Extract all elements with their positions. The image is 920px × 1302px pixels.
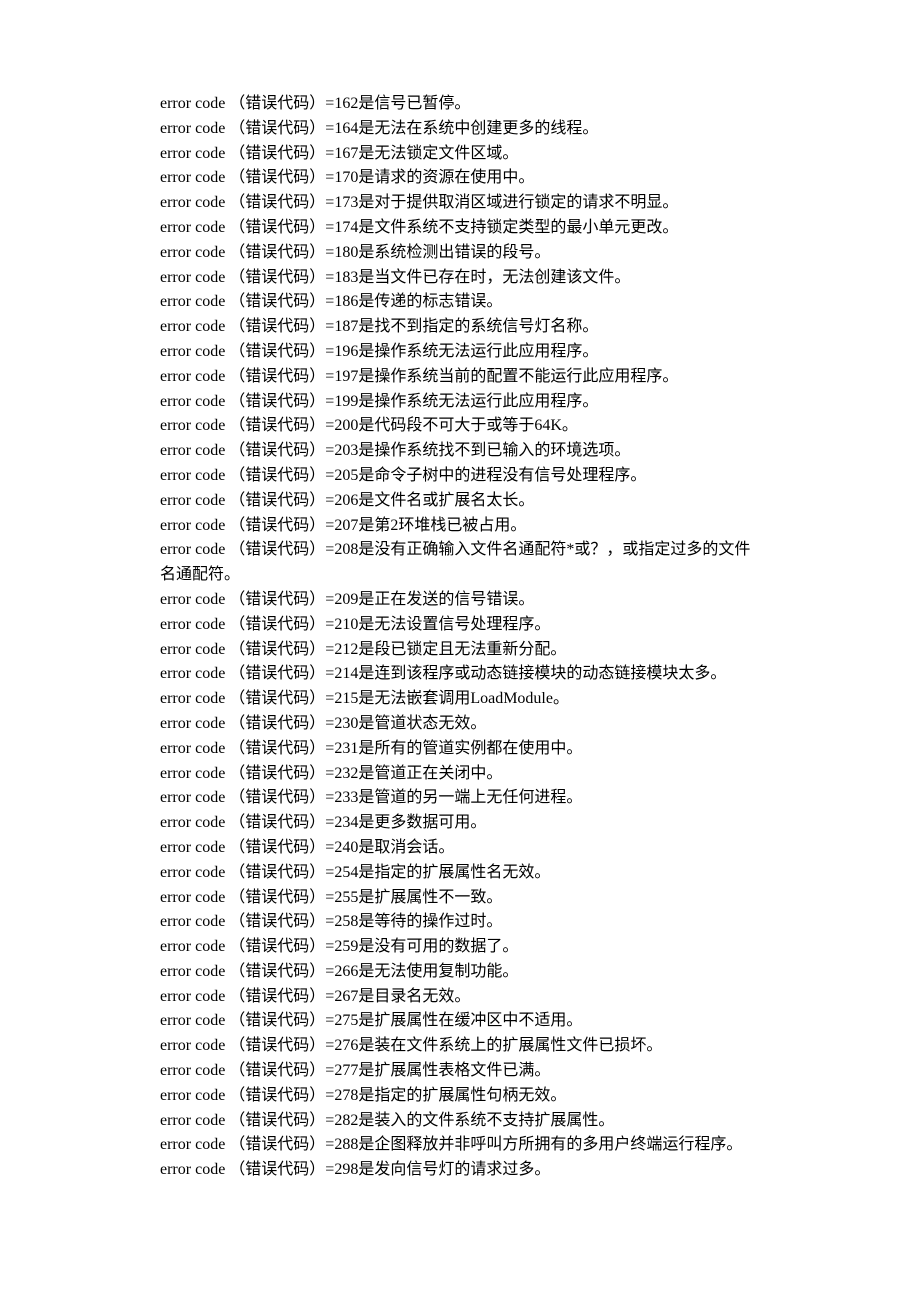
error-code-line: error code （错误代码）=167是无法锁定文件区域。 [160, 142, 760, 167]
error-code-line: error code （错误代码）=254是指定的扩展属性名无效。 [160, 861, 760, 886]
error-code-line: error code （错误代码）=214是连到该程序或动态链接模块的动态链接模… [160, 662, 760, 687]
error-code-line: error code （错误代码）=278是指定的扩展属性句柄无效。 [160, 1084, 760, 1109]
error-code-line: error code （错误代码）=187是找不到指定的系统信号灯名称。 [160, 315, 760, 340]
error-code-line: error code （错误代码）=258是等待的操作过时。 [160, 910, 760, 935]
error-code-line: error code （错误代码）=266是无法使用复制功能。 [160, 960, 760, 985]
error-code-line: error code （错误代码）=231是所有的管道实例都在使用中。 [160, 737, 760, 762]
error-code-line: error code （错误代码）=267是目录名无效。 [160, 985, 760, 1010]
error-code-line: error code （错误代码）=212是段已锁定且无法重新分配。 [160, 638, 760, 663]
error-code-line: error code （错误代码）=174是文件系统不支持锁定类型的最小单元更改… [160, 216, 760, 241]
error-code-line: error code （错误代码）=200是代码段不可大于或等于64K。 [160, 414, 760, 439]
error-code-line: error code （错误代码）=233是管道的另一端上无任何进程。 [160, 786, 760, 811]
error-code-line: error code （错误代码）=180是系统检测出错误的段号。 [160, 241, 760, 266]
error-code-line: error code （错误代码）=197是操作系统当前的配置不能运行此应用程序… [160, 365, 760, 390]
error-code-line: error code （错误代码）=173是对于提供取消区域进行锁定的请求不明显… [160, 191, 760, 216]
error-code-line: error code （错误代码）=215是无法嵌套调用LoadModule。 [160, 687, 760, 712]
error-code-line: error code （错误代码）=203是操作系统找不到已输入的环境选项。 [160, 439, 760, 464]
error-code-line: error code （错误代码）=208是没有正确输入文件名通配符*或？，或指… [160, 538, 760, 588]
error-code-line: error code （错误代码）=162是信号已暂停。 [160, 92, 760, 117]
error-code-line: error code （错误代码）=196是操作系统无法运行此应用程序。 [160, 340, 760, 365]
error-code-line: error code （错误代码）=206是文件名或扩展名太长。 [160, 489, 760, 514]
error-code-line: error code （错误代码）=186是传递的标志错误。 [160, 290, 760, 315]
error-code-line: error code （错误代码）=234是更多数据可用。 [160, 811, 760, 836]
error-code-line: error code （错误代码）=199是操作系统无法运行此应用程序。 [160, 390, 760, 415]
error-code-line: error code （错误代码）=170是请求的资源在使用中。 [160, 166, 760, 191]
error-code-line: error code （错误代码）=255是扩展属性不一致。 [160, 886, 760, 911]
error-code-line: error code （错误代码）=275是扩展属性在缓冲区中不适用。 [160, 1009, 760, 1034]
document-page: error code （错误代码）=162是信号已暂停。error code （… [0, 0, 920, 1243]
error-code-line: error code （错误代码）=207是第2环堆栈已被占用。 [160, 514, 760, 539]
error-code-line: error code （错误代码）=209是正在发送的信号错误。 [160, 588, 760, 613]
error-code-line: error code （错误代码）=282是装入的文件系统不支持扩展属性。 [160, 1109, 760, 1134]
error-code-line: error code （错误代码）=298是发向信号灯的请求过多。 [160, 1158, 760, 1183]
error-code-line: error code （错误代码）=232是管道正在关闭中。 [160, 762, 760, 787]
error-code-line: error code （错误代码）=230是管道状态无效。 [160, 712, 760, 737]
error-code-line: error code （错误代码）=240是取消会话。 [160, 836, 760, 861]
error-code-line: error code （错误代码）=205是命令子树中的进程没有信号处理程序。 [160, 464, 760, 489]
error-code-line: error code （错误代码）=210是无法设置信号处理程序。 [160, 613, 760, 638]
error-code-line: error code （错误代码）=288是企图释放并非呼叫方所拥有的多用户终端… [160, 1133, 760, 1158]
error-code-line: error code （错误代码）=164是无法在系统中创建更多的线程。 [160, 117, 760, 142]
error-code-line: error code （错误代码）=259是没有可用的数据了。 [160, 935, 760, 960]
error-code-line: error code （错误代码）=183是当文件已存在时，无法创建该文件。 [160, 266, 760, 291]
error-code-line: error code （错误代码）=276是装在文件系统上的扩展属性文件已损坏。 [160, 1034, 760, 1059]
error-code-line: error code （错误代码）=277是扩展属性表格文件已满。 [160, 1059, 760, 1084]
